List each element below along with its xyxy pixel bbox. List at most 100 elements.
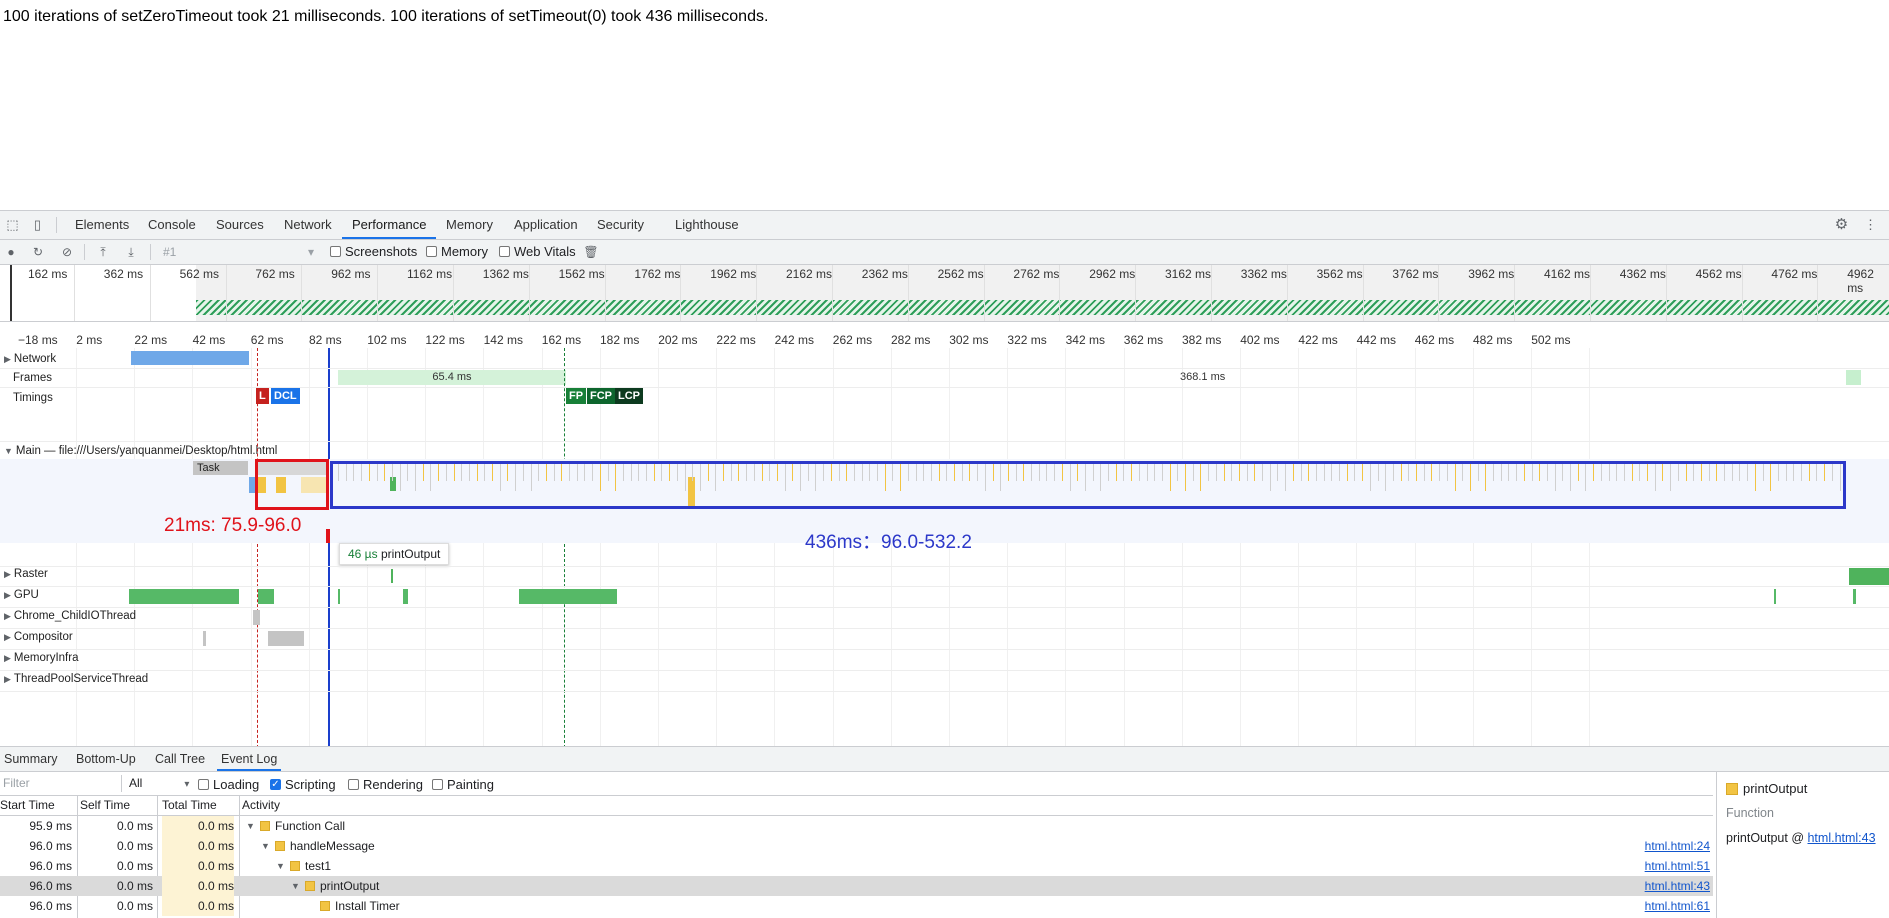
source-link[interactable]: html.html:61 [1560, 896, 1710, 916]
tab-performance[interactable]: Performance [342, 211, 437, 239]
expand-triangle-icon[interactable]: ▼ [246, 816, 258, 836]
track-thread-pool[interactable]: ▶ ThreadPoolServiceThread [4, 673, 148, 685]
checkbox-box[interactable] [426, 246, 437, 257]
tab-memory[interactable]: Memory [436, 211, 503, 238]
expand-triangle-icon[interactable]: ▶ [4, 569, 11, 579]
table-row[interactable]: 96.0 ms 0.0 ms 0.0 ms ▼ handleMessage html.ht… [0, 836, 1713, 856]
scripting-checkbox[interactable]: ✓ Scripting [270, 777, 336, 792]
expand-triangle-icon[interactable]: ▼ [276, 856, 288, 876]
compositor-block[interactable] [268, 631, 304, 646]
gpu-block[interactable] [338, 589, 340, 604]
gpu-block[interactable] [129, 589, 239, 604]
checkbox-box-checked[interactable]: ✓ [270, 779, 281, 790]
tab-console[interactable]: Console [138, 211, 206, 238]
gpu-block[interactable] [1853, 589, 1856, 604]
reload-record-icon[interactable]: ↻ [30, 244, 46, 260]
upload-profile-icon[interactable]: ⤒ [95, 244, 111, 260]
expand-triangle-icon[interactable]: ▶ [4, 653, 11, 663]
lcp-marker[interactable]: LCP [615, 388, 643, 404]
more-options-icon[interactable]: ⋮ [1863, 217, 1878, 232]
checkbox-box[interactable] [432, 779, 443, 790]
tab-bottom-up[interactable]: Bottom-Up [72, 747, 140, 770]
settings-gear-icon[interactable]: ⚙ [1834, 217, 1849, 232]
trash-icon[interactable]: 🗑 [583, 244, 599, 260]
compositor-block[interactable] [203, 631, 206, 646]
screenshots-checkbox[interactable]: Screenshots [330, 244, 417, 259]
painting-label: Painting [447, 777, 494, 792]
source-link[interactable]: html.html:51 [1560, 856, 1710, 876]
track-raster[interactable]: ▶ Raster [4, 568, 48, 580]
tab-lighthouse[interactable]: Lighthouse [665, 211, 749, 238]
fp-marker[interactable]: FP [566, 388, 587, 404]
expand-triangle-icon[interactable]: ▶ [4, 354, 11, 364]
checkbox-box[interactable] [499, 246, 510, 257]
track-gpu[interactable]: ▶ GPU [4, 589, 39, 601]
tab-event-log[interactable]: Event Log [217, 747, 282, 771]
table-row[interactable]: 96.0 ms 0.0 ms 0.0 ms ▼ printOutput html.html… [0, 876, 1713, 896]
col-total-time[interactable]: Total Time [162, 796, 240, 816]
expand-triangle-icon[interactable]: ▶ [4, 632, 11, 642]
expand-triangle-icon[interactable]: ▼ [291, 876, 303, 896]
rendering-checkbox[interactable]: Rendering [348, 777, 423, 792]
dcl-marker[interactable]: DCL [271, 388, 300, 404]
painting-checkbox[interactable]: Painting [432, 777, 494, 792]
col-self-time[interactable]: Self Time [80, 796, 158, 816]
clear-icon[interactable]: ⊘ [59, 244, 75, 260]
ruler-tick-label: 342 ms [1065, 333, 1105, 347]
col-start-time[interactable]: Start Time [0, 796, 78, 816]
recording-select[interactable]: #1 ▾ [158, 243, 318, 261]
record-icon[interactable]: ● [3, 244, 19, 260]
checkbox-box[interactable] [330, 246, 341, 257]
tab-elements[interactable]: Elements [65, 211, 139, 238]
details-source-link[interactable]: html.html:43 [1807, 831, 1875, 845]
raster-block[interactable] [391, 569, 393, 583]
filter-input[interactable]: Filter [3, 776, 30, 790]
gpu-block[interactable] [519, 589, 617, 604]
gpu-block[interactable] [258, 589, 274, 604]
checkbox-box[interactable] [348, 779, 359, 790]
fcp-marker[interactable]: FCP [587, 388, 615, 404]
tab-application[interactable]: Application [504, 211, 588, 238]
track-memory-infra[interactable]: ▶ MemoryInfra [4, 652, 78, 664]
expand-triangle-icon[interactable]: ▼ [261, 836, 273, 856]
overview-gridline [1362, 265, 1364, 321]
source-link[interactable]: html.html:43 [1560, 876, 1710, 896]
inspect-element-icon[interactable]: ⬚ [5, 217, 20, 232]
loading-checkbox[interactable]: Loading [198, 777, 259, 792]
table-row[interactable]: 96.0 ms 0.0 ms 0.0 ms Install Timer html.htm… [0, 896, 1713, 916]
tab-security[interactable]: Security [587, 211, 654, 238]
col-activity[interactable]: Activity [242, 796, 1713, 816]
ruler-tick-label: 102 ms [367, 333, 407, 347]
frame-block-end[interactable] [1846, 370, 1861, 385]
memory-checkbox[interactable]: Memory [426, 244, 488, 259]
device-toolbar-icon[interactable]: ▯ [30, 217, 45, 232]
source-link[interactable]: html.html:24 [1560, 836, 1710, 856]
checkbox-box[interactable] [198, 779, 209, 790]
network-request-bar[interactable] [131, 351, 249, 365]
tab-call-tree[interactable]: Call Tree [151, 747, 209, 770]
tab-sources[interactable]: Sources [206, 211, 274, 238]
table-row[interactable]: 96.0 ms 0.0 ms 0.0 ms ▼ test1 html.html:51 [0, 856, 1713, 876]
duration-select[interactable]: All ▾ [129, 776, 189, 790]
track-io-thread[interactable]: ▶ Chrome_ChildIOThread [4, 610, 136, 622]
tab-summary[interactable]: Summary [0, 747, 61, 770]
track-network[interactable]: ▶ Network [4, 353, 56, 365]
expand-triangle-icon[interactable]: ▶ [4, 590, 11, 600]
web-vitals-checkbox[interactable]: Web Vitals [499, 244, 576, 259]
raster-block[interactable] [1849, 568, 1889, 585]
tab-network[interactable]: Network [274, 211, 342, 238]
download-profile-icon[interactable]: ⤓ [123, 244, 139, 260]
table-row[interactable]: 95.9 ms 0.0 ms 0.0 ms ▼ Function Call [0, 816, 1713, 836]
gpu-block[interactable] [1774, 589, 1776, 604]
expand-triangle-icon[interactable]: ▶ [4, 611, 11, 621]
track-main[interactable]: ▼ Main — file:///Users/yanquanmei/Desktop… [4, 445, 277, 457]
io-thread-block[interactable] [253, 610, 260, 625]
selected-event-marker[interactable] [326, 529, 330, 543]
track-compositor[interactable]: ▶ Compositor [4, 631, 73, 643]
timeline-overview[interactable]: 162 ms 362 ms 562 ms 762 ms 962 ms 1162 ms 136… [0, 265, 1889, 322]
frame-block[interactable]: 65.4 ms [338, 370, 566, 385]
task-block[interactable]: Task [193, 461, 248, 475]
gpu-block[interactable] [403, 589, 408, 604]
collapse-triangle-icon[interactable]: ▼ [4, 446, 13, 456]
expand-triangle-icon[interactable]: ▶ [4, 674, 11, 684]
